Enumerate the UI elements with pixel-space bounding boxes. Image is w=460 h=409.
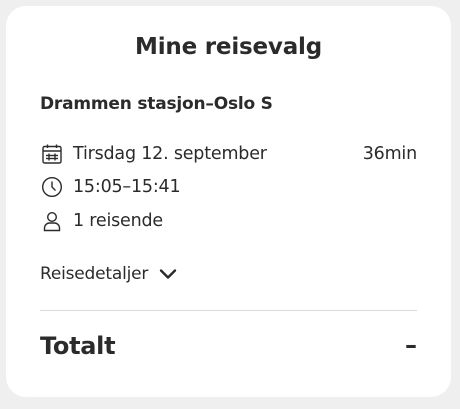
- date-text: Tirsdag 12. september: [73, 144, 267, 164]
- date-row: Tirsdag 12. september: [40, 142, 267, 166]
- travelers-text: 1 reisende: [73, 211, 163, 231]
- chevron-down-icon: [157, 263, 179, 285]
- calendar-icon: [40, 142, 64, 166]
- total-value: –: [405, 331, 417, 359]
- time-text: 15:05–15:41: [73, 177, 181, 197]
- travel-details-toggle[interactable]: Reisedetaljer: [40, 263, 179, 285]
- card-title: Mine reisevalg: [135, 34, 322, 60]
- travelers-row: 1 reisende: [40, 209, 163, 233]
- divider: [40, 310, 417, 311]
- person-icon: [40, 209, 64, 233]
- total-label: Totalt: [40, 332, 116, 360]
- clock-icon: [40, 175, 64, 199]
- travel-details-label: Reisedetaljer: [40, 264, 149, 284]
- route-label: Drammen stasjon–Oslo S: [40, 94, 273, 114]
- time-row: 15:05–15:41: [40, 175, 181, 199]
- travel-choices-card: Mine reisevalg Drammen stasjon–Oslo S Ti…: [6, 6, 451, 397]
- duration-text: 36min: [362, 144, 417, 164]
